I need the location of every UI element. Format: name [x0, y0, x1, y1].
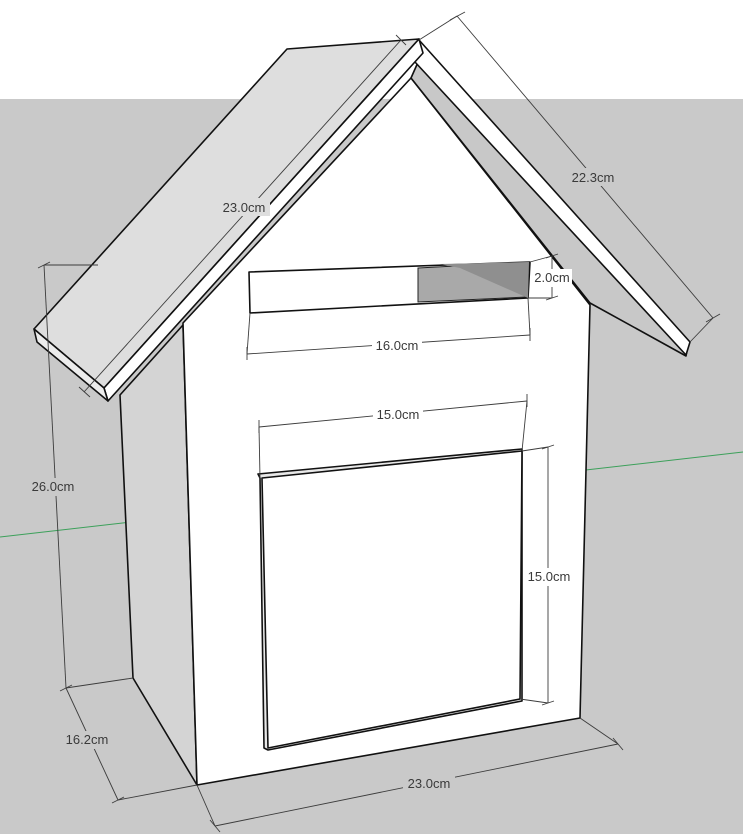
- door-height-label: 15.0cm: [528, 569, 571, 584]
- roof-slope-label: 22.3cm: [572, 170, 615, 185]
- slot-height-label: 2.0cm: [534, 270, 569, 285]
- model-viewport[interactable]: 23.0cm 22.3cm 2.0cm 16.0cm 15.0cm 15.0cm…: [0, 0, 743, 834]
- door-width-label: 15.0cm: [377, 407, 420, 422]
- door-panel[interactable]: [261, 450, 523, 749]
- depth-label: 16.2cm: [66, 732, 109, 747]
- slot-width-label: 16.0cm: [376, 338, 419, 353]
- base-width-label: 23.0cm: [408, 776, 451, 791]
- roof-length-label: 23.0cm: [223, 200, 266, 215]
- wall-height-label: 26.0cm: [32, 479, 75, 494]
